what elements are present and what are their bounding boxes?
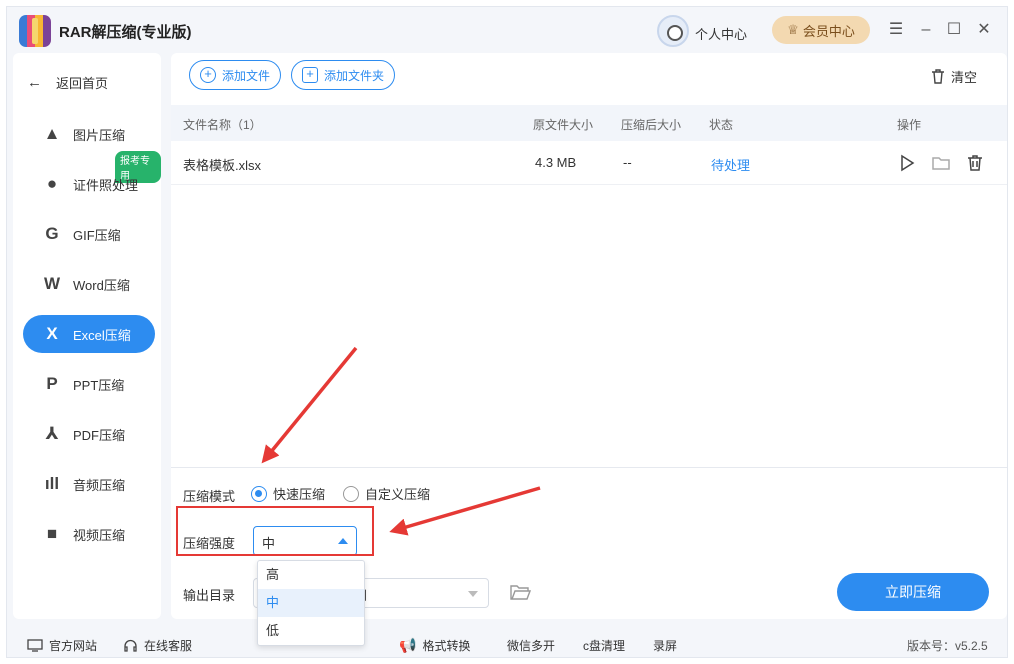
monitor-icon xyxy=(27,639,43,652)
audio-icon: ıll xyxy=(44,474,60,493)
title-bar: RAR解压缩(专业版) 个人中心 ♕ 会员中心 ☰ – ☐ ✕ xyxy=(7,7,1009,55)
sidebar-item-label: Excel压缩 xyxy=(73,327,131,343)
trash-icon[interactable] xyxy=(965,153,985,173)
sidebar-item-ppt[interactable]: P PPT压缩 xyxy=(23,365,155,403)
clear-button[interactable]: 清空 xyxy=(931,67,977,86)
caret-down-icon xyxy=(468,591,478,597)
strength-option-high[interactable]: 高 xyxy=(258,561,364,589)
status-badge: 待处理 xyxy=(711,158,751,173)
file-name: 表格模板.xlsx xyxy=(183,158,262,173)
website-label: 官方网站 xyxy=(49,639,98,653)
menu-icon[interactable]: ☰ xyxy=(885,19,907,41)
footer: 官方网站 在线客服 📢 格式转换 微信多开 c盘清理 录屏 版本号：v5.2.5 xyxy=(7,625,1009,659)
sidebar-item-label: Word压缩 xyxy=(73,277,130,293)
video-icon: ■ xyxy=(46,524,58,543)
minimize-icon[interactable]: – xyxy=(915,19,937,41)
headset-icon xyxy=(124,639,137,652)
radio-unchecked-icon xyxy=(343,485,359,502)
ppt-icon: P xyxy=(46,374,58,393)
col-file-name: 文件名称（1） xyxy=(183,118,262,132)
app-logo-icon xyxy=(19,15,51,47)
vip-center-button[interactable]: ♕ 会员中心 xyxy=(772,16,870,44)
record-link[interactable]: 录屏 xyxy=(653,637,677,654)
orig-size: 4.3 MB xyxy=(535,155,577,170)
mode-fast-label: 快速压缩 xyxy=(273,487,326,502)
sidebar-item-image[interactable]: ▲ 图片压缩 xyxy=(23,115,155,153)
pdf-icon: ⅄ xyxy=(45,424,59,443)
user-center-link[interactable]: 个人中心 xyxy=(695,24,747,43)
gif-icon: G xyxy=(45,224,59,243)
excel-icon: X xyxy=(46,324,58,343)
sidebar-item-label: 视频压缩 xyxy=(73,527,126,543)
sidebar-item-excel[interactable]: X Excel压缩 xyxy=(23,315,155,353)
strength-dropdown: 高 中 低 xyxy=(257,560,365,646)
sidebar-item-word[interactable]: W Word压缩 xyxy=(23,265,155,303)
comp-size: -- xyxy=(623,155,632,170)
sidebar: ← 返回首页 ▲ 图片压缩 报考专用 ● 证件照处理 G GIF压缩 W Wor… xyxy=(13,53,161,619)
app-window: RAR解压缩(专业版) 个人中心 ♕ 会员中心 ☰ – ☐ ✕ ← 返回首页 ▲… xyxy=(6,6,1008,658)
table-row[interactable]: 表格模板.xlsx 4.3 MB -- 待处理 xyxy=(171,141,1007,185)
trash-icon xyxy=(932,69,944,84)
image-icon: ▲ xyxy=(43,124,61,143)
website-link[interactable]: 官方网站 xyxy=(27,637,97,654)
app-title: RAR解压缩(专业版) xyxy=(59,24,192,41)
mode-fast-radio[interactable]: 快速压缩 xyxy=(251,484,325,503)
c-clean-link[interactable]: c盘清理 xyxy=(583,637,625,654)
mode-custom-radio[interactable]: 自定义压缩 xyxy=(343,484,430,503)
radio-checked-icon xyxy=(251,485,267,502)
add-folder-button[interactable]: + 添加文件夹 xyxy=(291,60,396,90)
strength-option-low[interactable]: 低 xyxy=(258,617,364,645)
format-convert-link[interactable]: 📢 格式转换 xyxy=(399,637,470,654)
sidebar-item-id-photo[interactable]: ● 证件照处理 xyxy=(23,165,155,203)
sidebar-item-gif[interactable]: G GIF压缩 xyxy=(23,215,155,253)
id-photo-icon: ● xyxy=(46,174,58,193)
start-compress-button[interactable]: 立即压缩 xyxy=(837,573,989,611)
maximize-icon[interactable]: ☐ xyxy=(943,19,965,41)
col-status: 状态 xyxy=(709,118,734,132)
sidebar-item-pdf[interactable]: ⅄ PDF压缩 xyxy=(23,415,155,453)
version-label: 版本号：v5.2.5 xyxy=(907,639,988,653)
sidebar-item-label: 音频压缩 xyxy=(73,477,126,493)
annotation-highlight-box xyxy=(176,506,374,556)
sidebar-item-label: PDF压缩 xyxy=(73,427,126,443)
output-label: 输出目录 xyxy=(183,588,236,603)
close-icon[interactable]: ✕ xyxy=(973,19,995,41)
add-file-button[interactable]: + 添加文件 xyxy=(189,60,282,90)
sidebar-item-label: 证件照处理 xyxy=(73,177,139,193)
add-folder-label: 添加文件夹 xyxy=(324,68,385,83)
sidebar-item-label: PPT压缩 xyxy=(73,377,125,393)
play-icon[interactable] xyxy=(897,153,917,173)
vip-center-label: 会员中心 xyxy=(802,23,855,39)
back-home-button[interactable]: ← 返回首页 xyxy=(27,73,108,92)
sidebar-item-label: 图片压缩 xyxy=(73,127,126,143)
format-convert-label: 格式转换 xyxy=(422,639,471,653)
mode-custom-label: 自定义压缩 xyxy=(365,487,431,502)
clear-label: 清空 xyxy=(951,70,978,85)
col-actions: 操作 xyxy=(897,118,922,132)
folder-plus-icon: + xyxy=(302,67,318,83)
folder-open-icon[interactable] xyxy=(509,582,531,602)
back-home-label: 返回首页 xyxy=(56,76,109,91)
crown-icon: ♕ xyxy=(787,22,799,37)
word-icon: W xyxy=(43,274,61,293)
col-orig-size: 原文件大小 xyxy=(533,118,594,132)
support-link[interactable]: 在线客服 xyxy=(123,637,192,654)
megaphone-icon: 📢 xyxy=(399,637,417,653)
add-file-label: 添加文件 xyxy=(222,68,271,83)
folder-icon[interactable] xyxy=(931,153,951,173)
user-avatar[interactable] xyxy=(657,15,689,47)
support-label: 在线客服 xyxy=(144,639,193,653)
arrow-left-icon: ← xyxy=(27,74,42,91)
table-header: 文件名称（1） 原文件大小 压缩后大小 状态 操作 xyxy=(171,105,1007,141)
col-comp-size: 压缩后大小 xyxy=(621,118,682,132)
sidebar-item-label: GIF压缩 xyxy=(73,227,121,243)
mode-label: 压缩模式 xyxy=(183,489,236,504)
strength-option-medium[interactable]: 中 xyxy=(258,589,364,617)
sidebar-item-video[interactable]: ■ 视频压缩 xyxy=(23,515,155,553)
plus-circle-icon: + xyxy=(200,67,216,83)
wechat-multi-link[interactable]: 微信多开 xyxy=(507,637,555,654)
sidebar-item-audio[interactable]: ıll 音频压缩 xyxy=(23,465,155,503)
